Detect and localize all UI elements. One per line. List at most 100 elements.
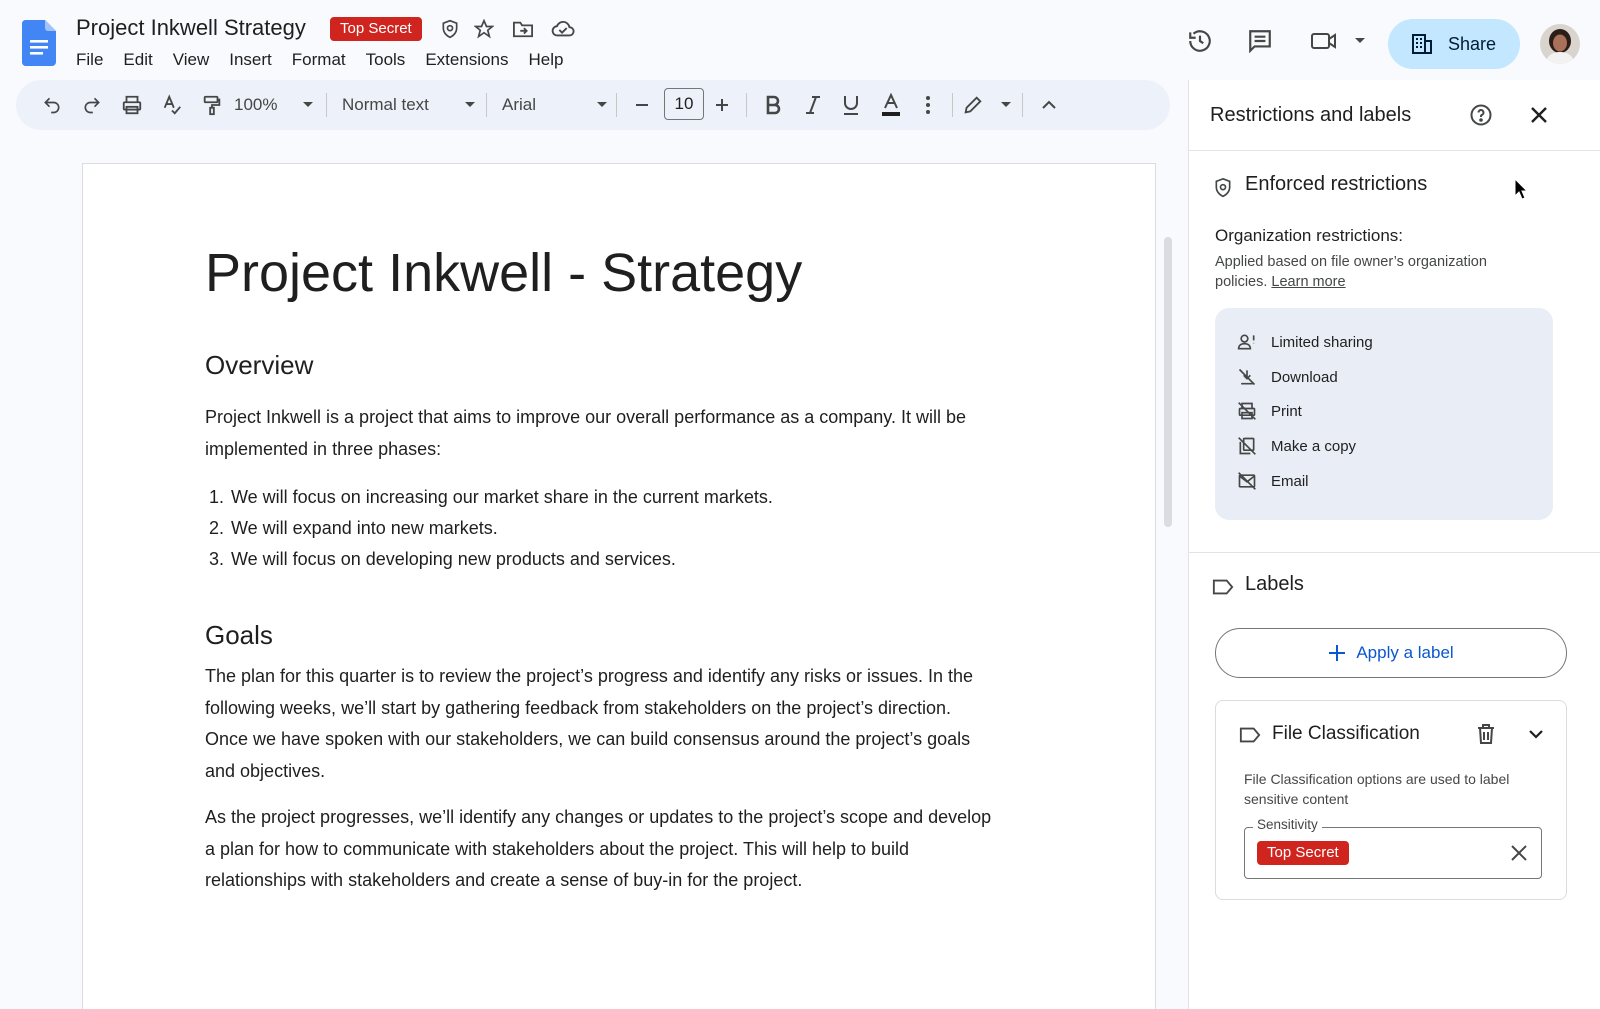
list-item: 2. We will expand into new markets. <box>209 518 498 538</box>
delete-icon[interactable] <box>1470 718 1502 750</box>
apply-label-button[interactable]: Apply a label <box>1215 628 1567 678</box>
toolbar-divider <box>486 93 487 117</box>
star-icon[interactable] <box>471 16 497 42</box>
classification-badge[interactable]: Top Secret <box>330 17 422 41</box>
labels-title: Labels <box>1245 573 1304 595</box>
toolbar-divider <box>952 93 953 117</box>
restriction-print: Print <box>1235 399 1302 423</box>
sensitivity-value-chip: Top Secret <box>1257 841 1349 865</box>
overview-paragraph: Project Inkwell is a project that aims t… <box>205 407 966 459</box>
restriction-make-a-copy: Make a copy <box>1235 434 1356 458</box>
chevron-down-icon <box>465 102 475 107</box>
document-scrollbar[interactable] <box>1164 237 1172 527</box>
account-avatar[interactable] <box>1540 24 1580 64</box>
goals-paragraph: The plan for this quarter is to review t… <box>205 666 974 781</box>
panel-title: Restrictions and labels <box>1210 104 1412 126</box>
menu-view[interactable]: View <box>173 48 210 72</box>
toolbar-divider <box>616 93 617 117</box>
menu-extensions[interactable]: Extensions <box>425 48 508 72</box>
plus-icon <box>1329 645 1346 661</box>
apply-label-text: Apply a label <box>1356 643 1454 662</box>
sensitivity-field[interactable]: Sensitivity Top Secret <box>1244 817 1542 879</box>
restrictions-list: Limited sharing Download Print Make a co… <box>1215 308 1553 520</box>
toolbar-divider <box>1022 93 1023 117</box>
share-button[interactable]: Share <box>1388 19 1520 69</box>
org-restrictions-title: Organization restrictions: <box>1215 226 1404 245</box>
docs-logo-icon[interactable] <box>22 20 56 66</box>
zoom-value: 100% <box>234 95 278 114</box>
file-classification-card: File Classification File Classification … <box>1215 700 1567 900</box>
menu-format[interactable]: Format <box>292 48 346 72</box>
panel-divider <box>1189 150 1600 151</box>
editing-mode-icon[interactable] <box>962 89 1012 121</box>
label-icon <box>1211 575 1235 599</box>
menu-insert[interactable]: Insert <box>229 48 272 72</box>
enforced-restrictions-title: Enforced restrictions <box>1245 173 1428 195</box>
underline-icon[interactable] <box>836 89 866 121</box>
close-icon[interactable] <box>1523 99 1555 131</box>
font-size-input[interactable]: 10 <box>664 88 704 120</box>
restriction-email: Email <box>1235 469 1309 493</box>
paragraph-style-select[interactable]: Normal text <box>342 89 476 121</box>
goals-heading: Goals <box>205 620 273 650</box>
building-icon <box>1412 34 1432 54</box>
list-item: 1. We will focus on increasing our market… <box>209 487 773 507</box>
menu-bar: File Edit View Insert Format Tools Exten… <box>76 48 583 72</box>
document-title: Project Inkwell - Strategy <box>205 243 803 303</box>
closing-paragraph: As the project progresses, we’ll identif… <box>205 807 992 890</box>
version-history-icon[interactable] <box>1183 24 1217 58</box>
redo-icon[interactable] <box>76 89 108 121</box>
hide-menus-chevron-up-icon[interactable] <box>1034 89 1064 121</box>
top-bar: Project Inkwell Strategy Top Secret File… <box>0 0 1600 80</box>
copy-off-icon <box>1235 434 1259 458</box>
paragraph-style-value: Normal text <box>342 95 429 114</box>
sensitivity-label: Sensitivity <box>1253 817 1322 832</box>
comments-icon[interactable] <box>1243 24 1277 58</box>
font-family-value: Arial <box>502 95 537 114</box>
menu-edit[interactable]: Edit <box>123 48 152 72</box>
chevron-down-icon <box>1001 102 1011 107</box>
increase-font-size-icon[interactable] <box>708 89 736 121</box>
help-icon[interactable] <box>1465 99 1497 131</box>
chevron-down-icon[interactable] <box>1520 718 1552 750</box>
restriction-limited-sharing: Limited sharing <box>1235 330 1373 354</box>
text-color-icon[interactable] <box>876 89 906 121</box>
toolbar-divider <box>326 93 327 117</box>
more-options-icon[interactable] <box>916 89 940 121</box>
shield-icon[interactable] <box>437 16 463 42</box>
doc-title[interactable]: Project Inkwell Strategy <box>76 15 306 41</box>
file-classification-title: File Classification <box>1272 723 1420 744</box>
restrictions-labels-panel: Restrictions and labels Enforced restric… <box>1188 80 1600 1009</box>
limited-sharing-icon <box>1235 330 1259 354</box>
list-item: 3. We will focus on developing new produc… <box>209 549 676 569</box>
panel-divider <box>1189 552 1600 553</box>
org-restrictions-description: Applied based on file owner’s organizati… <box>1215 254 1487 290</box>
overview-heading: Overview <box>205 350 314 380</box>
move-folder-icon[interactable] <box>510 16 536 42</box>
menu-help[interactable]: Help <box>528 48 563 72</box>
decrease-font-size-icon[interactable] <box>628 89 656 121</box>
undo-icon[interactable] <box>36 89 68 121</box>
share-label: Share <box>1448 33 1497 54</box>
learn-more-link[interactable]: Learn more <box>1271 274 1345 290</box>
menu-file[interactable]: File <box>76 48 103 72</box>
meet-video-icon[interactable] <box>1310 24 1366 58</box>
paint-format-icon[interactable] <box>196 89 228 121</box>
menu-tools[interactable]: Tools <box>366 48 406 72</box>
label-icon <box>1238 723 1262 747</box>
font-family-select[interactable]: Arial <box>502 89 608 121</box>
zoom-select[interactable]: 100% <box>234 89 314 121</box>
print-icon[interactable] <box>116 89 148 121</box>
italic-icon[interactable] <box>798 89 828 121</box>
chevron-down-icon <box>597 102 607 107</box>
spellcheck-icon[interactable] <box>156 89 188 121</box>
download-off-icon <box>1235 365 1259 389</box>
chevron-down-icon <box>303 102 313 107</box>
toolbar-divider <box>746 93 747 117</box>
bold-icon[interactable] <box>758 89 788 121</box>
document-page[interactable]: Project Inkwell - Strategy Overview Proj… <box>82 163 1156 1009</box>
cloud-saved-icon[interactable] <box>550 16 576 42</box>
clear-icon[interactable] <box>1503 837 1535 869</box>
formatting-toolbar: 100% Normal text Arial 10 <box>16 80 1170 130</box>
file-classification-description: File Classification options are used to … <box>1244 771 1510 807</box>
